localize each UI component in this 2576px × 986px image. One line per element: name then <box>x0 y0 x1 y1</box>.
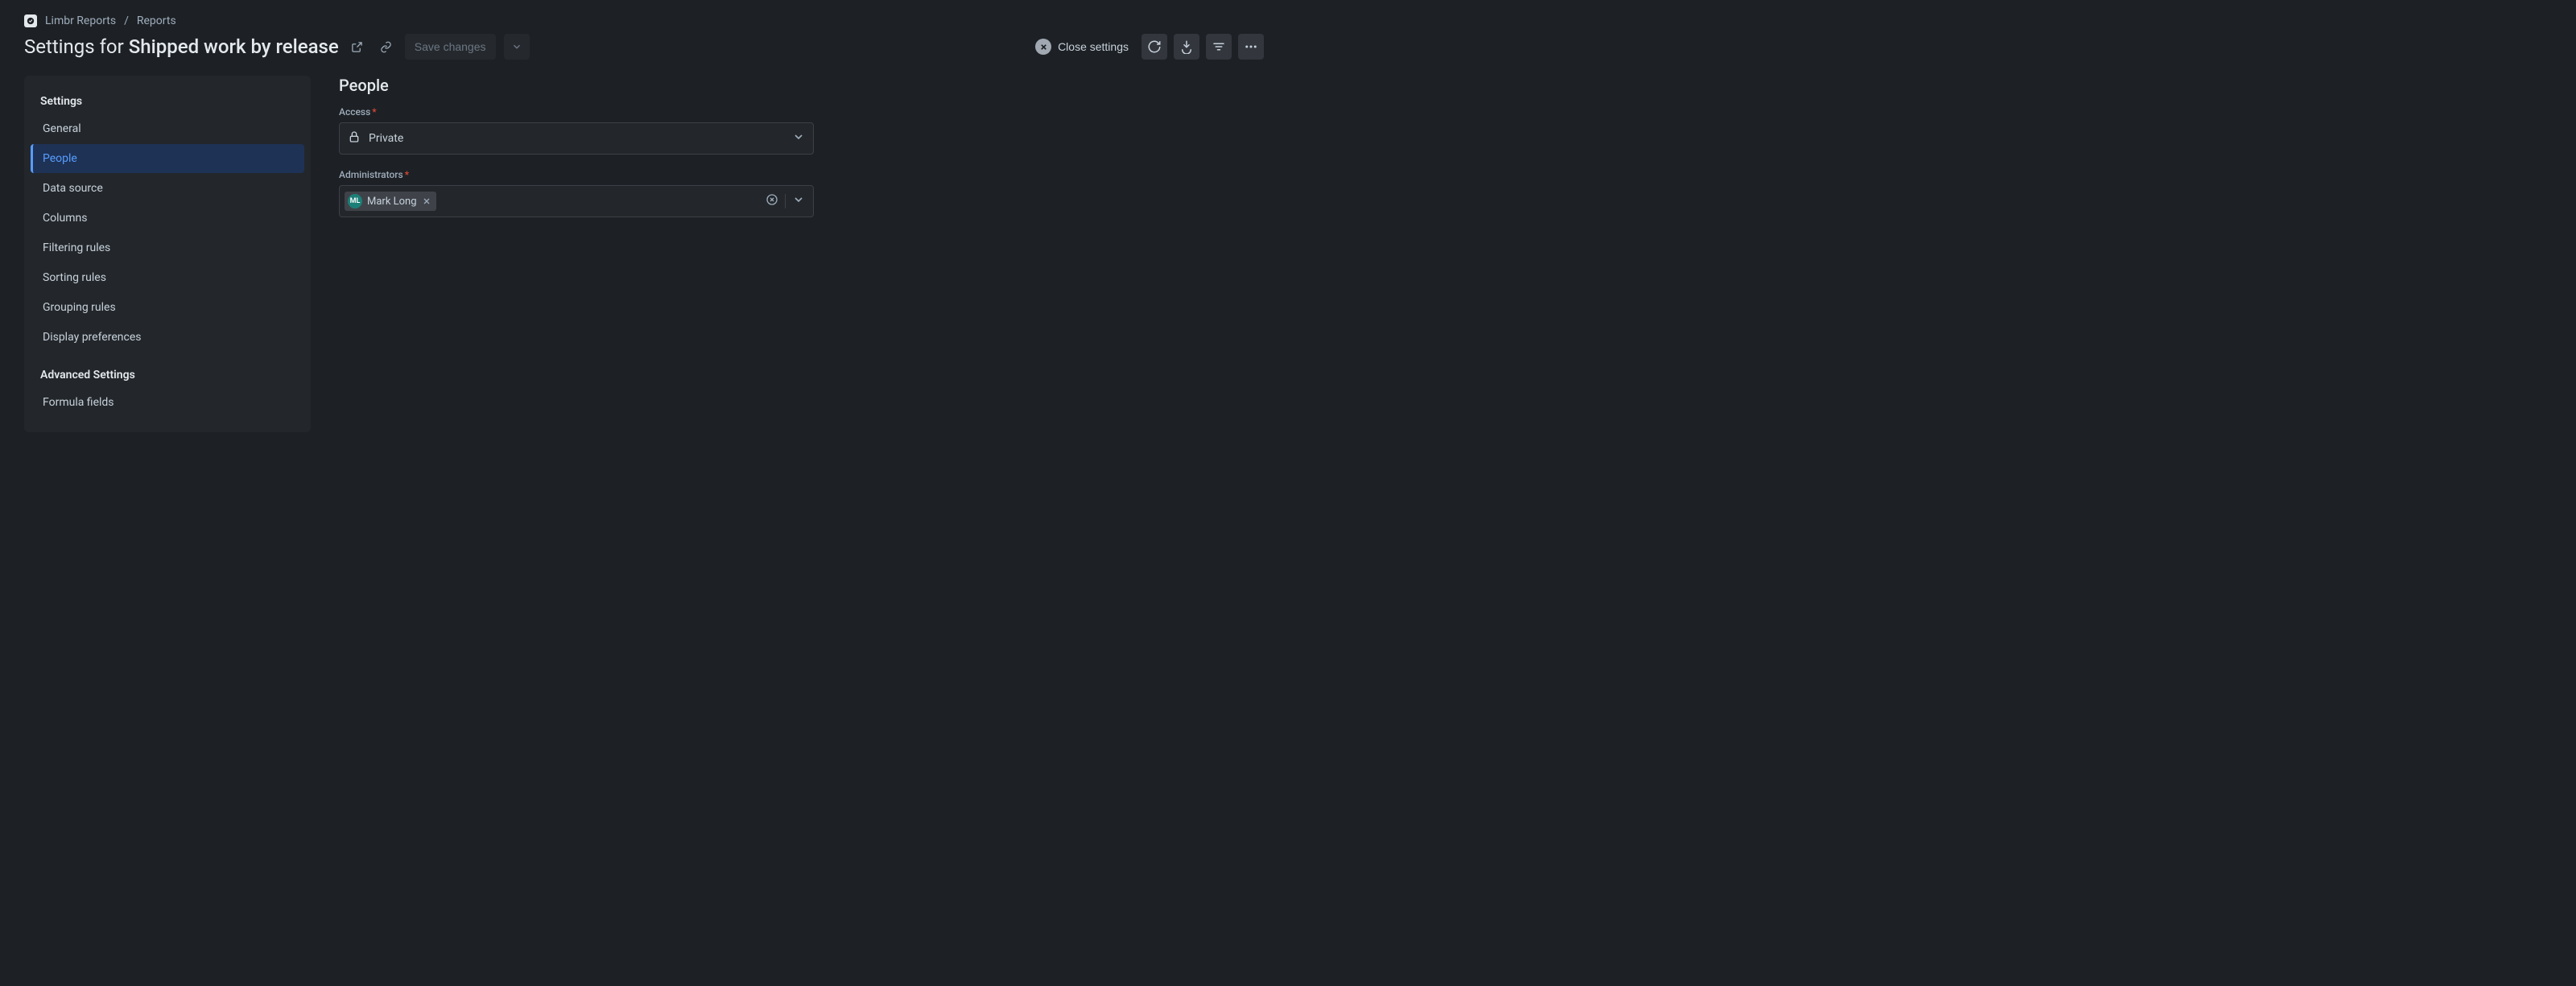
more-actions-button[interactable] <box>1238 34 1264 60</box>
sidebar-item-label: Grouping rules <box>43 301 116 314</box>
breadcrumb-separator: / <box>124 14 129 27</box>
sidebar-item-columns[interactable]: Columns <box>31 204 304 233</box>
required-indicator: * <box>405 169 409 180</box>
sidebar-item-label: People <box>43 152 77 165</box>
app-logo-icon <box>24 14 37 27</box>
access-select[interactable]: Private <box>339 122 814 155</box>
save-button[interactable]: Save changes <box>405 34 496 60</box>
save-more-button[interactable] <box>504 34 530 60</box>
link-icon[interactable] <box>376 36 397 57</box>
sidebar-item-label: Formula fields <box>43 396 114 409</box>
settings-sidebar: Settings General People Data source Colu… <box>24 76 311 432</box>
sidebar-item-label: Data source <box>43 182 103 195</box>
page-title: Settings for Shipped work by release <box>24 35 339 58</box>
close-settings-label: Close settings <box>1058 40 1129 53</box>
admins-field-label: Administrators* <box>339 169 814 180</box>
page-title-prefix: Settings for <box>24 35 124 58</box>
sidebar-heading-advanced: Advanced Settings <box>31 364 304 388</box>
clear-all-icon[interactable] <box>766 193 778 209</box>
controls-divider <box>785 194 786 208</box>
admins-multiselect[interactable]: ML Mark Long <box>339 185 814 217</box>
sidebar-item-formula-fields[interactable]: Formula fields <box>31 388 304 417</box>
page-title-name: Shipped work by release <box>129 35 339 58</box>
remove-chip-icon[interactable] <box>422 196 431 206</box>
breadcrumb: Limbr Reports / Reports <box>24 14 1264 27</box>
sidebar-item-label: Sorting rules <box>43 271 106 284</box>
admin-chip: ML Mark Long <box>345 192 436 211</box>
chevron-down-icon[interactable] <box>792 193 805 209</box>
main-heading: People <box>339 76 814 95</box>
sidebar-item-label: Display preferences <box>43 331 141 344</box>
access-value: Private <box>369 132 784 145</box>
sidebar-item-display-preferences[interactable]: Display preferences <box>31 323 304 352</box>
sidebar-item-label: Filtering rules <box>43 241 110 254</box>
sidebar-item-label: General <box>43 122 81 135</box>
sidebar-item-filtering-rules[interactable]: Filtering rules <box>31 233 304 262</box>
sidebar-item-label: Columns <box>43 212 87 225</box>
refresh-button[interactable] <box>1141 34 1167 60</box>
admin-chip-label: Mark Long <box>367 196 417 208</box>
filter-settings-button[interactable] <box>1206 34 1232 60</box>
sidebar-heading-settings: Settings <box>31 90 304 114</box>
breadcrumb-section[interactable]: Reports <box>137 14 176 27</box>
lock-icon <box>348 130 361 146</box>
breadcrumb-app[interactable]: Limbr Reports <box>45 14 116 27</box>
access-field-label: Access* <box>339 106 814 118</box>
sidebar-item-people[interactable]: People <box>31 144 304 173</box>
download-button[interactable] <box>1174 34 1199 60</box>
avatar: ML <box>348 194 362 208</box>
required-indicator: * <box>372 106 376 118</box>
main-panel: People Access* Private Administrators* <box>339 76 814 232</box>
sidebar-item-general[interactable]: General <box>31 114 304 143</box>
close-icon <box>1035 39 1051 55</box>
open-external-icon[interactable] <box>347 36 368 57</box>
sidebar-item-grouping-rules[interactable]: Grouping rules <box>31 293 304 322</box>
sidebar-item-sorting-rules[interactable]: Sorting rules <box>31 263 304 292</box>
sidebar-item-data-source[interactable]: Data source <box>31 174 304 203</box>
chevron-down-icon <box>792 130 805 146</box>
close-settings-button[interactable]: Close settings <box>1029 34 1135 60</box>
